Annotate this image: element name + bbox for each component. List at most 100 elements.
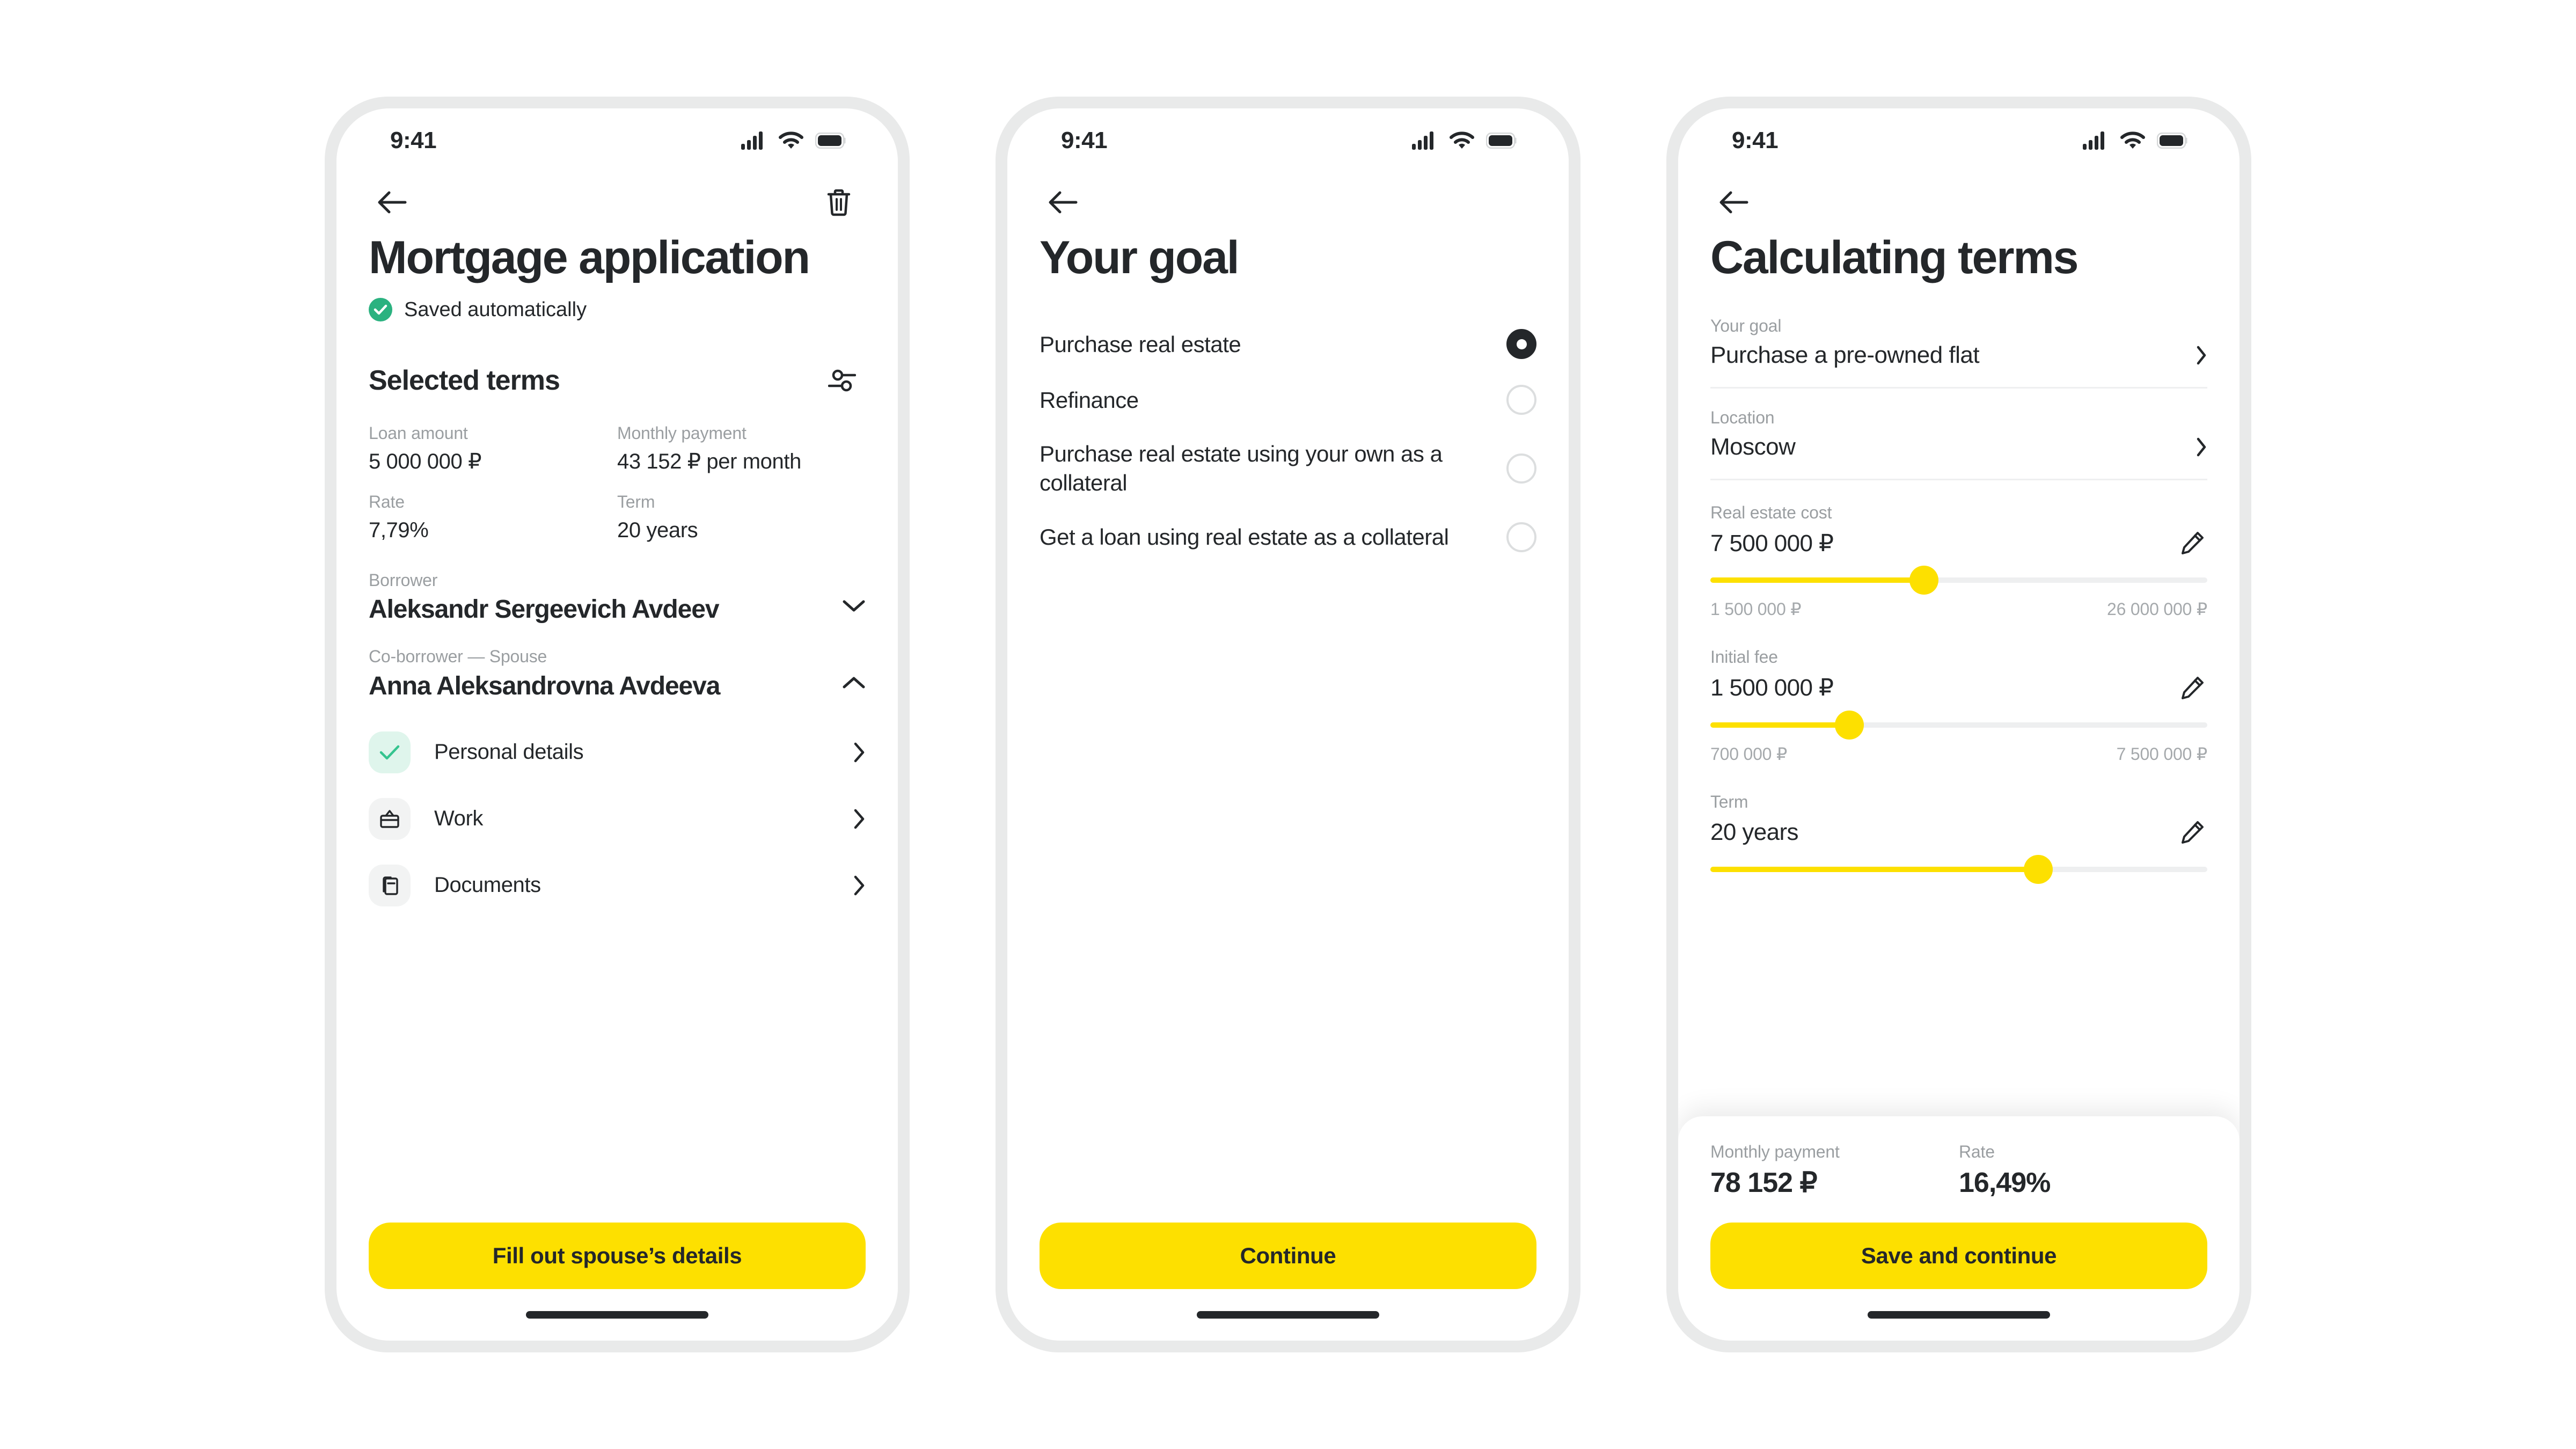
list-item[interactable]: Personal details <box>369 719 866 786</box>
home-indicator[interactable] <box>1197 1311 1379 1319</box>
status-bar: 9:41 <box>1678 108 2240 173</box>
slider-min-label: 700 000 ₽ <box>1710 744 1788 764</box>
home-indicator[interactable] <box>526 1311 708 1319</box>
check-icon <box>369 731 411 773</box>
section-title: Selected terms <box>369 365 560 397</box>
radio-button[interactable] <box>1506 522 1536 552</box>
status-bar-time: 9:41 <box>1061 127 1108 153</box>
slider-track[interactable] <box>1710 566 2207 595</box>
back-arrow-icon <box>378 191 407 214</box>
list-item-label: Documents <box>434 873 541 897</box>
chevron-right-icon <box>2197 437 2206 456</box>
documents-icon <box>369 864 411 906</box>
goal-option-purchase-real-estate[interactable]: Purchase real estate <box>1040 316 1536 372</box>
slider-track[interactable] <box>1710 710 2207 740</box>
home-indicator[interactable] <box>1868 1311 2050 1319</box>
term-value: 43 152 ₽ per month <box>617 450 801 474</box>
chevron-right-icon <box>854 875 865 896</box>
back-button[interactable] <box>369 179 416 226</box>
screen-calculating-terms: 9:41 Calculating terms Your goal Purchas… <box>1678 108 2240 1341</box>
list-item-label: Work <box>434 807 483 831</box>
field-value: Moscow <box>1710 433 1796 460</box>
wifi-icon <box>2120 131 2145 149</box>
cellular-signal-icon <box>2083 131 2104 150</box>
slider-fill <box>1710 577 1924 583</box>
page-title: Mortgage application <box>369 232 810 283</box>
slider-label: Term <box>1710 792 1748 811</box>
field-location[interactable]: Location Moscow <box>1710 389 2207 480</box>
slider-knob[interactable] <box>1909 566 1939 595</box>
radio-button[interactable] <box>1506 453 1536 484</box>
status-bar: 9:41 <box>1007 108 1569 173</box>
phone-mockup-1: 9:41 Mortgage application Saved automati… <box>325 97 910 1352</box>
summary-bottom-sheet: Monthly payment 78 152 ₽ Rate 16,49% Sav… <box>1678 1116 2240 1341</box>
term-value: 7,79% <box>369 518 429 542</box>
term-label: Term <box>617 492 655 512</box>
battery-icon <box>1486 133 1517 149</box>
terms-row-1: Loan amount 5 000 000 ₽ Monthly payment … <box>369 422 866 476</box>
chevron-right-icon <box>854 742 865 763</box>
radio-button[interactable] <box>1506 329 1536 360</box>
coborrower-name: Anna Aleksandrovna Avdeeva <box>369 671 720 700</box>
trash-icon <box>827 189 851 216</box>
slider-label: Real estate cost <box>1710 502 1832 522</box>
nav-bar <box>1678 173 2240 232</box>
slider-max-label: 26 000 000 ₽ <box>2106 599 2207 619</box>
list-item-label: Personal details <box>434 740 584 764</box>
slider-knob[interactable] <box>2024 855 2053 884</box>
field-your-goal[interactable]: Your goal Purchase a pre-owned flat <box>1710 297 2207 389</box>
delete-application-button[interactable] <box>815 179 862 226</box>
back-button[interactable] <box>1710 179 1758 226</box>
coborrower-collapse-button[interactable] <box>842 676 866 701</box>
slider-fill <box>1710 722 1850 728</box>
list-item[interactable]: Work <box>369 786 866 852</box>
field-label: Location <box>1710 408 1775 428</box>
slider-track[interactable] <box>1710 855 2207 884</box>
back-arrow-icon <box>1719 191 1748 214</box>
slider-knob[interactable] <box>1835 710 1864 740</box>
chevron-right-icon <box>854 809 865 829</box>
saved-status: Saved automatically <box>369 298 866 322</box>
home-indicator-area <box>1007 1289 1569 1341</box>
save-and-continue-button[interactable]: Save and continue <box>1710 1223 2207 1289</box>
borrower-expand-button[interactable] <box>842 599 866 624</box>
briefcase-icon <box>369 797 411 840</box>
cellular-signal-icon <box>1412 131 1433 150</box>
term-monthly-payment: Monthly payment 43 152 ₽ per month <box>617 422 866 476</box>
goal-option-label: Refinance <box>1040 387 1139 413</box>
pencil-icon <box>2182 821 2204 844</box>
coborrower-task-list: Personal details Work Documents <box>369 719 866 919</box>
goal-option-purchase-with-own-collateral[interactable]: Purchase real estate using your own as a… <box>1040 428 1536 509</box>
back-button[interactable] <box>1040 179 1087 226</box>
slider-max-label: 7 500 000 ₽ <box>2116 744 2208 764</box>
summary-monthly-payment: Monthly payment 78 152 ₽ <box>1710 1141 1959 1199</box>
fill-spouse-details-button[interactable]: Fill out spouse’s details <box>369 1223 866 1289</box>
status-bar-time: 9:41 <box>1732 127 1779 153</box>
sliders-icon <box>828 370 856 392</box>
selected-terms-header: Selected terms <box>369 357 866 404</box>
screen-mortgage-application: 9:41 Mortgage application Saved automati… <box>336 108 898 1341</box>
coborrower-label: Co-borrower — Spouse <box>369 647 547 667</box>
radio-button[interactable] <box>1506 385 1536 415</box>
summary-label: Monthly payment <box>1710 1142 1840 1162</box>
goal-option-loan-with-collateral[interactable]: Get a loan using real estate as a collat… <box>1040 509 1536 565</box>
coborrower-row[interactable]: Co-borrower — Spouse Anna Aleksandrovna … <box>369 646 866 701</box>
borrower-name: Aleksandr Sergeevich Avdeev <box>369 595 720 624</box>
list-item[interactable]: Documents <box>369 852 866 919</box>
chevron-up-icon <box>843 677 865 689</box>
pencil-icon <box>2182 532 2204 555</box>
back-arrow-icon <box>1049 191 1078 214</box>
term-loan-amount: Loan amount 5 000 000 ₽ <box>369 422 617 476</box>
edit-terms-button[interactable] <box>818 357 866 404</box>
goal-option-refinance[interactable]: Refinance <box>1040 372 1536 428</box>
edit-real-estate-cost-button[interactable] <box>2177 528 2207 558</box>
continue-button[interactable]: Continue <box>1040 1223 1536 1289</box>
status-bar-icons <box>741 131 846 150</box>
edit-initial-fee-button[interactable] <box>2177 673 2207 703</box>
slider-term: Term 20 years <box>1710 770 2207 884</box>
borrower-row[interactable]: Borrower Aleksandr Sergeevich Avdeev <box>369 569 866 625</box>
slider-initial-fee: Initial fee 1 500 000 ₽ 700 000 ₽ 7 500 … <box>1710 625 2207 770</box>
edit-term-button[interactable] <box>2177 817 2207 847</box>
term-value: 20 years <box>617 518 698 542</box>
chevron-right-icon <box>2197 346 2206 365</box>
